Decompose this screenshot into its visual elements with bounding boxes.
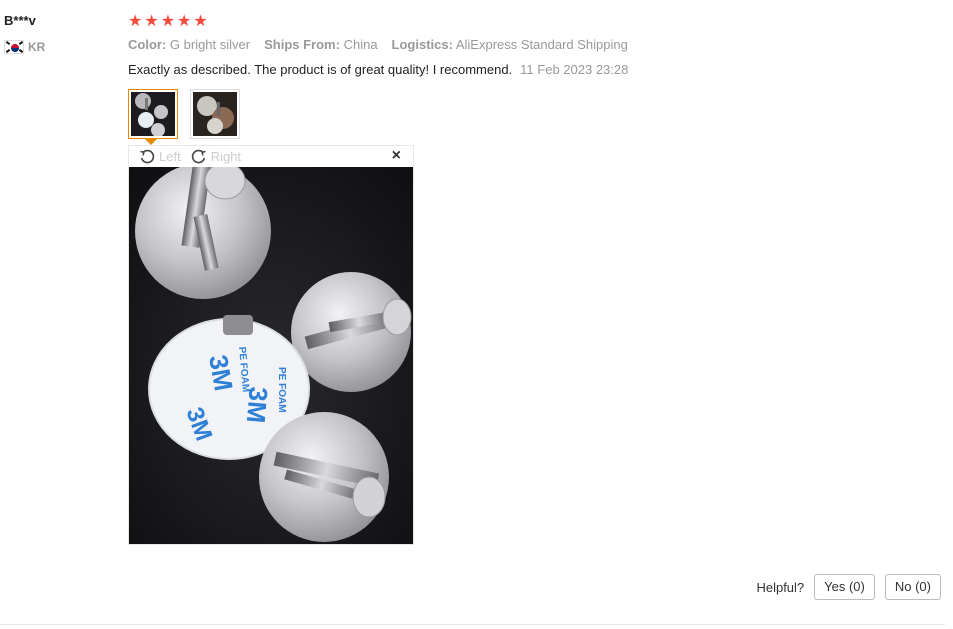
- rotate-left-button[interactable]: Left: [139, 149, 181, 165]
- star-rating: ★ ★ ★ ★ ★: [128, 12, 928, 32]
- review-text: Exactly as described. The product is of …: [128, 62, 513, 77]
- helpful-no-button[interactable]: No (0): [884, 574, 941, 600]
- review-photo-large: 3M 3M 3M PE FOAM PE FOAM: [129, 167, 413, 544]
- rotate-left-icon: [140, 149, 155, 163]
- rotate-right-icon: [191, 149, 206, 163]
- meta-value: G bright silver: [169, 37, 251, 52]
- helpful-section: Helpful? Yes (0) No (0): [756, 574, 941, 600]
- rotate-left-label: Left: [159, 149, 181, 164]
- meta-value: AliExpress Standard Shipping: [455, 37, 628, 52]
- reviewer-name: B***v: [4, 13, 36, 28]
- meta-value: China: [343, 37, 378, 52]
- star-icon: ★: [160, 13, 176, 30]
- viewer-toolbar: Left Right ×: [129, 146, 413, 167]
- south-korea-flag-icon: [4, 40, 24, 54]
- review-photo-thumbnail: [131, 92, 175, 136]
- rotate-right-label: Right: [210, 149, 242, 164]
- reviewer-info: B***v KR: [4, 12, 114, 54]
- close-icon[interactable]: ×: [392, 148, 401, 164]
- star-icon: ★: [144, 13, 159, 30]
- review-photo-thumbnail: [193, 92, 237, 136]
- star-icon: ★: [193, 13, 208, 30]
- meta-key: Logistics:: [391, 37, 453, 52]
- svg-text:3M: 3M: [203, 352, 239, 393]
- meta-item: Color: G bright silver: [128, 37, 250, 52]
- meta-key: Color:: [128, 37, 167, 52]
- svg-text:PE FOAM: PE FOAM: [276, 367, 287, 413]
- review-date: 11 Feb 2023 23:28: [520, 62, 629, 77]
- photo-viewer: Left Right × 3M 3M 3M PE FOAM PE FOAM: [128, 145, 414, 545]
- meta-item: Logistics: AliExpress Standard Shipping: [392, 37, 628, 52]
- meta-key: Ships From:: [264, 37, 340, 52]
- review-body: ★ ★ ★ ★ ★ Color: G bright silver Ships From: …: [128, 12, 928, 78]
- meta-item: Ships From: China: [264, 37, 377, 52]
- star-icon: ★: [128, 13, 143, 30]
- thumbnail-1[interactable]: [128, 89, 178, 145]
- country-code: KR: [28, 40, 46, 54]
- helpful-yes-button[interactable]: Yes (0): [814, 574, 875, 600]
- rotate-right-button[interactable]: Right: [191, 149, 241, 165]
- review-meta: Color: G bright silver Ships From: China L…: [128, 37, 928, 53]
- helpful-label: Helpful?: [756, 579, 805, 595]
- photo-thumbnails: [128, 89, 240, 145]
- thumbnail-2[interactable]: [190, 89, 240, 139]
- reviewer-country: KR: [4, 40, 114, 54]
- star-icon: ★: [177, 13, 192, 30]
- review-content: Exactly as described. The product is of …: [128, 62, 928, 78]
- review-divider: [0, 624, 945, 625]
